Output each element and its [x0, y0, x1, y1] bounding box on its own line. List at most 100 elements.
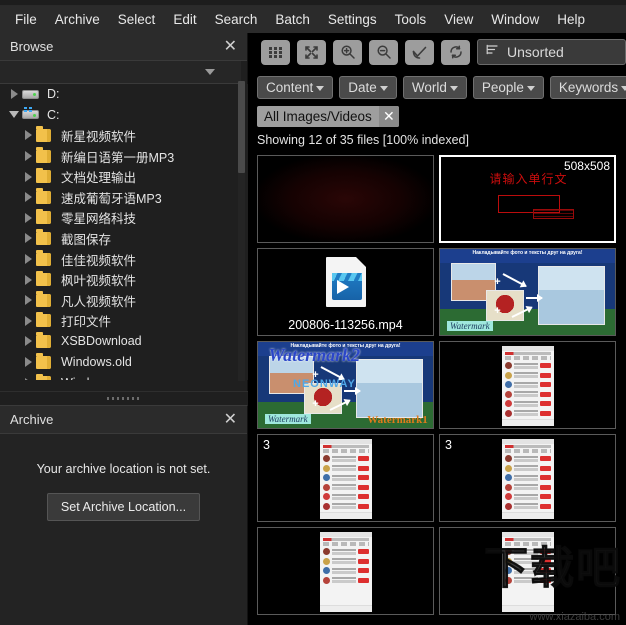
tree-item-label: 截图保存 — [61, 232, 112, 247]
menu-item-file[interactable]: File — [6, 9, 46, 31]
filter-content-button[interactable]: Content — [257, 75, 334, 99]
chevron-right-icon[interactable] — [6, 89, 22, 100]
tree-item-folder[interactable]: Windows.old — [0, 352, 248, 373]
chevron-right-icon[interactable] — [20, 254, 36, 265]
chevron-right-icon[interactable] — [20, 295, 36, 306]
thumbnail-item[interactable]: 请输入单行文 508x508 — [439, 155, 616, 243]
tree-item-c-drive[interactable]: C: — [0, 105, 248, 126]
close-icon[interactable]: ✕ — [222, 38, 239, 54]
thumbnail-grid[interactable]: 请输入单行文 508x508 200806-113256.mp4 Наклады — [248, 151, 626, 623]
archive-panel-header: Archive ✕ — [0, 406, 247, 434]
thumbnail-item[interactable]: 200806-113256.mp4 — [257, 248, 434, 336]
menu-item-edit[interactable]: Edit — [164, 9, 205, 31]
folder-icon — [36, 188, 58, 204]
tree-item-folder[interactable]: XSBDownload — [0, 331, 248, 352]
tree-item-folder[interactable]: Windows — [0, 372, 248, 380]
zoom-in-icon[interactable] — [333, 39, 362, 65]
tree-item-label: C: — [47, 107, 60, 122]
chevron-down-icon[interactable] — [205, 69, 215, 75]
filter-people-button[interactable]: People — [472, 75, 544, 99]
close-icon[interactable]: ✕ — [222, 411, 239, 427]
sort-order-label: Unsorted — [507, 44, 564, 60]
tree-item-label: 零星网络科技 — [61, 212, 137, 227]
tree-item-folder[interactable]: 枫叶视频软件 — [0, 269, 248, 290]
filter-label: Keywords — [558, 79, 619, 95]
grid-view-icon[interactable] — [261, 39, 290, 65]
menu-item-archive[interactable]: Archive — [46, 9, 109, 31]
chevron-down-icon[interactable] — [6, 111, 22, 119]
menu-item-search[interactable]: Search — [206, 9, 267, 31]
archive-panel-body: Your archive location is not set. Set Ar… — [0, 434, 247, 521]
tree-item-folder[interactable]: 文档处理输出 — [0, 166, 248, 187]
menu-item-select[interactable]: Select — [109, 9, 165, 31]
tree-item-label: 枫叶视频软件 — [61, 274, 137, 289]
tree-item-folder[interactable]: 截图保存 — [0, 228, 248, 249]
tree-item-d-drive[interactable]: D: — [0, 84, 248, 105]
set-archive-location-button[interactable]: Set Archive Location... — [46, 493, 201, 521]
thumbnail-item[interactable] — [439, 341, 616, 429]
overlay-rect — [532, 209, 575, 220]
thumbnail-image — [258, 528, 433, 614]
tree-item-folder[interactable]: 打印文件 — [0, 311, 248, 332]
archive-status-message: Your archive location is not set. — [36, 462, 211, 476]
sort-order-dropdown[interactable]: Unsorted — [477, 39, 626, 65]
chevron-right-icon[interactable] — [20, 192, 36, 203]
tree-item-folder[interactable]: 佳佳视频软件 — [0, 249, 248, 270]
check-icon[interactable] — [405, 39, 434, 65]
thumbnail-watermark-small: Watermark1 — [367, 414, 428, 427]
chevron-right-icon[interactable] — [20, 274, 36, 285]
folder-icon — [36, 147, 58, 163]
tree-item-folder[interactable]: 新星视频软件 — [0, 125, 248, 146]
tree-scrollbar[interactable] — [238, 81, 245, 381]
filter-keywords-button[interactable]: Keywords — [549, 75, 626, 99]
thumbnail-item[interactable]: Накладывайте фото и тексты друг на друга… — [439, 248, 616, 336]
zoom-out-icon[interactable] — [369, 39, 398, 65]
tree-item-label: 文档处理输出 — [61, 171, 137, 186]
thumbnail-image — [440, 435, 615, 521]
menu-item-view[interactable]: View — [435, 9, 482, 31]
chevron-right-icon[interactable] — [20, 357, 36, 368]
tree-item-label: Windows.old — [61, 355, 132, 370]
thumbnail-image — [258, 435, 433, 521]
folder-icon — [36, 353, 58, 369]
tree-item-folder[interactable]: 速成葡萄牙语MP3 — [0, 187, 248, 208]
panel-splitter[interactable] — [0, 391, 248, 405]
active-filter-chip[interactable]: All Images/Videos ✕ — [257, 105, 399, 127]
chevron-right-icon[interactable] — [20, 233, 36, 244]
tree-item-folder[interactable]: 新编日语第一册MP3 — [0, 146, 248, 167]
thumbnail-count-badge: 3 — [263, 438, 270, 452]
thumbnail-item[interactable] — [257, 527, 434, 615]
tree-item-folder[interactable]: 凡人视频软件 — [0, 290, 248, 311]
chevron-right-icon[interactable] — [20, 336, 36, 347]
menu-item-batch[interactable]: Batch — [266, 9, 319, 31]
refresh-icon[interactable] — [441, 39, 470, 65]
thumbnail-item[interactable]: Накладывайте фото и тексты друг на друга… — [257, 341, 434, 429]
menu-item-window[interactable]: Window — [482, 9, 548, 31]
thumbnail-image — [440, 342, 615, 428]
chevron-right-icon[interactable] — [20, 130, 36, 141]
thumbnail-item[interactable]: 3 — [257, 434, 434, 522]
close-icon[interactable]: ✕ — [378, 105, 399, 127]
filter-date-button[interactable]: Date — [339, 75, 397, 99]
chevron-right-icon[interactable] — [20, 151, 36, 162]
filter-world-button[interactable]: World — [402, 75, 467, 99]
chevron-right-icon[interactable] — [20, 377, 36, 380]
chevron-right-icon[interactable] — [20, 315, 36, 326]
filter-label: People — [481, 79, 524, 95]
menu-item-tools[interactable]: Tools — [386, 9, 436, 31]
tree-scrollbar-thumb[interactable] — [238, 81, 245, 173]
fullscreen-icon[interactable] — [297, 39, 326, 65]
menu-item-settings[interactable]: Settings — [319, 9, 386, 31]
menu-item-help[interactable]: Help — [548, 9, 594, 31]
tree-item-label: 凡人视频软件 — [61, 294, 137, 309]
thumbnail-item[interactable] — [439, 527, 616, 615]
folder-tree[interactable]: D: C: 新星视频软件 新编日语第一册MP3 文档处理输出 速成葡萄牙语MP3… — [0, 84, 248, 380]
path-combobox[interactable] — [0, 61, 241, 84]
thumbnail-item[interactable]: 3 — [439, 434, 616, 522]
browse-panel: Browse ✕ D: C: 新星视频软件 新编日语第一册MP3 文档处理输出 … — [0, 33, 248, 405]
chevron-right-icon[interactable] — [20, 212, 36, 223]
filter-label: Content — [266, 79, 314, 95]
tree-item-folder[interactable]: 零星网络科技 — [0, 208, 248, 229]
thumbnail-item[interactable] — [257, 155, 434, 243]
chevron-right-icon[interactable] — [20, 171, 36, 182]
